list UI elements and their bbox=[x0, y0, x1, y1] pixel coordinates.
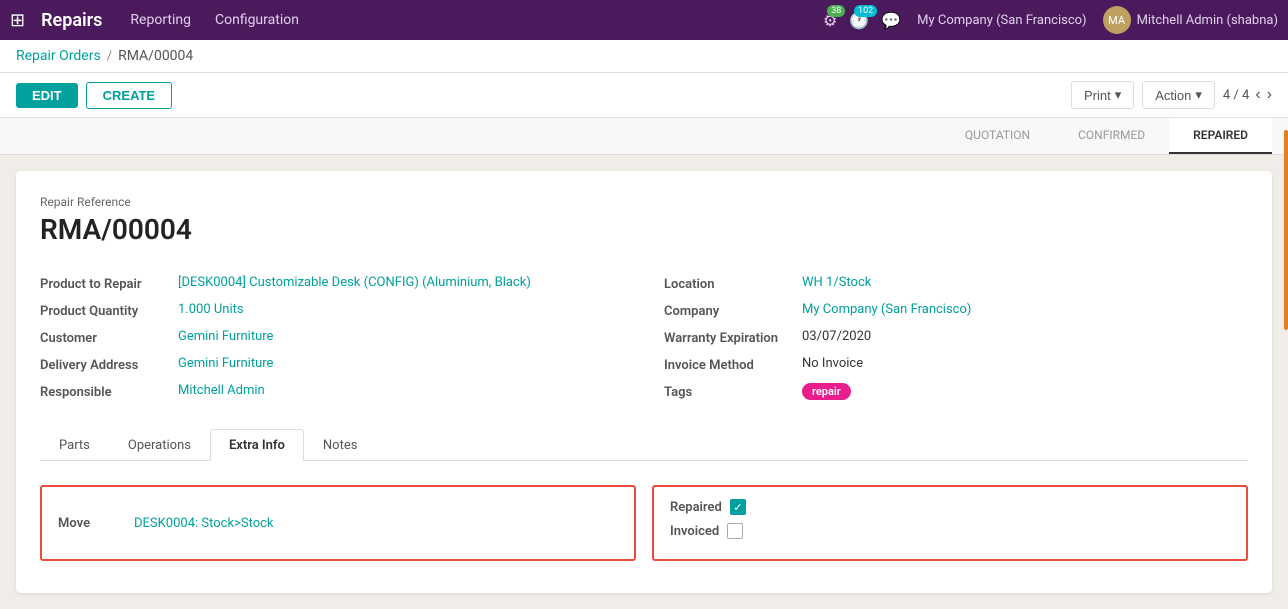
chat-icon-btn[interactable]: 💬 bbox=[881, 11, 901, 30]
customer-row: Customer Gemini Furniture bbox=[40, 324, 624, 351]
tags-value[interactable]: repair bbox=[802, 383, 851, 400]
product-quantity-value: 1.000 Units bbox=[178, 302, 244, 317]
invoice-method-value: No Invoice bbox=[802, 356, 863, 371]
top-navigation: ⊞ Repairs Reporting Configuration ⚙ 38 🕐… bbox=[0, 0, 1288, 40]
main-content: Repair Reference RMA/00004 Product to Re… bbox=[0, 155, 1288, 609]
edit-button[interactable]: EDIT bbox=[16, 83, 78, 108]
user-name: Mitchell Admin (shabna) bbox=[1137, 13, 1278, 28]
customer-value[interactable]: Gemini Furniture bbox=[178, 329, 273, 344]
product-to-repair-row: Product to Repair [DESK0004] Customizabl… bbox=[40, 270, 624, 297]
action-chevron-icon: ▾ bbox=[1195, 87, 1202, 103]
app-title: Repairs bbox=[41, 10, 102, 31]
breadcrumb-separator: / bbox=[107, 49, 112, 64]
warranty-expiration-value: 03/07/2020 bbox=[802, 329, 871, 344]
activity-icon-btn[interactable]: 🕐 102 bbox=[849, 11, 869, 30]
responsible-row: Responsible Mitchell Admin bbox=[40, 378, 624, 405]
warranty-expiration-label: Warranty Expiration bbox=[664, 329, 794, 346]
nav-configuration[interactable]: Configuration bbox=[211, 12, 303, 28]
bug-icon-btn[interactable]: ⚙ 38 bbox=[823, 11, 837, 30]
action-label: Action bbox=[1155, 88, 1191, 103]
breadcrumb-parent[interactable]: Repair Orders bbox=[16, 48, 101, 64]
pagination-count: 4 / 4 bbox=[1223, 88, 1249, 103]
tab-notes[interactable]: Notes bbox=[304, 429, 377, 461]
print-button[interactable]: Print ▾ bbox=[1071, 81, 1134, 109]
delivery-address-value[interactable]: Gemini Furniture bbox=[178, 356, 273, 371]
status-confirmed[interactable]: CONFIRMED bbox=[1054, 118, 1169, 154]
company-selector[interactable]: My Company (San Francisco) bbox=[917, 13, 1086, 28]
status-repaired[interactable]: REPAIRED bbox=[1169, 118, 1272, 154]
form-right-column: Location WH 1/Stock Company My Company (… bbox=[664, 270, 1248, 405]
scroll-accent bbox=[1284, 130, 1288, 330]
warranty-expiration-row: Warranty Expiration 03/07/2020 bbox=[664, 324, 1248, 351]
invoiced-row: Invoiced bbox=[670, 523, 746, 539]
move-label: Move bbox=[58, 516, 118, 531]
form-grid: Product to Repair [DESK0004] Customizabl… bbox=[40, 270, 1248, 405]
tab-operations[interactable]: Operations bbox=[109, 429, 210, 461]
repaired-checkbox[interactable] bbox=[730, 499, 746, 515]
repaired-row: Repaired bbox=[670, 499, 746, 515]
bug-badge: 38 bbox=[827, 5, 845, 17]
invoice-method-row: Invoice Method No Invoice bbox=[664, 351, 1248, 378]
nav-reporting[interactable]: Reporting bbox=[126, 12, 195, 28]
breadcrumb: Repair Orders / RMA/00004 bbox=[0, 40, 1288, 73]
extra-info-content: Move DESK0004: Stock>Stock Repaired Invo… bbox=[40, 477, 1248, 569]
pagination-next[interactable]: › bbox=[1267, 86, 1272, 104]
location-row: Location WH 1/Stock bbox=[664, 270, 1248, 297]
toolbar: EDIT CREATE Print ▾ Action ▾ 4 / 4 ‹ › bbox=[0, 73, 1288, 118]
status-bar: QUOTATION CONFIRMED REPAIRED bbox=[0, 118, 1288, 155]
customer-label: Customer bbox=[40, 329, 170, 346]
repaired-invoiced-fields: Repaired Invoiced bbox=[670, 499, 746, 547]
invoice-method-label: Invoice Method bbox=[664, 356, 794, 373]
create-button[interactable]: CREATE bbox=[86, 82, 172, 109]
tab-extra-info[interactable]: Extra Info bbox=[210, 429, 304, 461]
repaired-invoiced-box: Repaired Invoiced bbox=[652, 485, 1248, 561]
company-row: Company My Company (San Francisco) bbox=[664, 297, 1248, 324]
tab-parts[interactable]: Parts bbox=[40, 429, 109, 461]
tags-label: Tags bbox=[664, 383, 794, 400]
responsible-value[interactable]: Mitchell Admin bbox=[178, 383, 265, 398]
invoiced-checkbox[interactable] bbox=[727, 523, 743, 539]
product-quantity-label: Product Quantity bbox=[40, 302, 170, 319]
product-to-repair-label: Product to Repair bbox=[40, 275, 170, 292]
product-to-repair-value[interactable]: [DESK0004] Customizable Desk (CONFIG) (A… bbox=[178, 275, 531, 290]
breadcrumb-current: RMA/00004 bbox=[118, 48, 193, 64]
print-label: Print bbox=[1084, 88, 1111, 103]
product-quantity-row: Product Quantity 1.000 Units bbox=[40, 297, 624, 324]
nav-icon-group: ⚙ 38 🕐 102 💬 bbox=[823, 11, 901, 30]
move-value[interactable]: DESK0004: Stock>Stock bbox=[134, 516, 274, 531]
tab-bar: Parts Operations Extra Info Notes bbox=[40, 429, 1248, 461]
print-chevron-icon: ▾ bbox=[1115, 87, 1122, 103]
user-menu[interactable]: MA Mitchell Admin (shabna) bbox=[1103, 6, 1278, 34]
action-button[interactable]: Action ▾ bbox=[1142, 81, 1215, 109]
delivery-address-row: Delivery Address Gemini Furniture bbox=[40, 351, 624, 378]
grid-icon[interactable]: ⊞ bbox=[10, 10, 25, 31]
activity-badge: 102 bbox=[854, 5, 877, 17]
tags-row: Tags repair bbox=[664, 378, 1248, 405]
location-value[interactable]: WH 1/Stock bbox=[802, 275, 871, 290]
company-value[interactable]: My Company (San Francisco) bbox=[802, 302, 971, 317]
form-card: Repair Reference RMA/00004 Product to Re… bbox=[16, 171, 1272, 593]
location-label: Location bbox=[664, 275, 794, 292]
pagination-prev[interactable]: ‹ bbox=[1255, 86, 1260, 104]
company-label: Company bbox=[664, 302, 794, 319]
status-quotation[interactable]: QUOTATION bbox=[941, 118, 1054, 154]
move-box: Move DESK0004: Stock>Stock bbox=[40, 485, 636, 561]
form-left-column: Product to Repair [DESK0004] Customizabl… bbox=[40, 270, 624, 405]
delivery-address-label: Delivery Address bbox=[40, 356, 170, 373]
pagination: 4 / 4 ‹ › bbox=[1223, 86, 1272, 104]
repair-ref-value: RMA/00004 bbox=[40, 213, 1248, 246]
responsible-label: Responsible bbox=[40, 383, 170, 400]
avatar: MA bbox=[1103, 6, 1131, 34]
invoiced-label: Invoiced bbox=[670, 524, 719, 539]
repair-ref-label: Repair Reference bbox=[40, 195, 1248, 209]
repaired-label: Repaired bbox=[670, 500, 722, 515]
